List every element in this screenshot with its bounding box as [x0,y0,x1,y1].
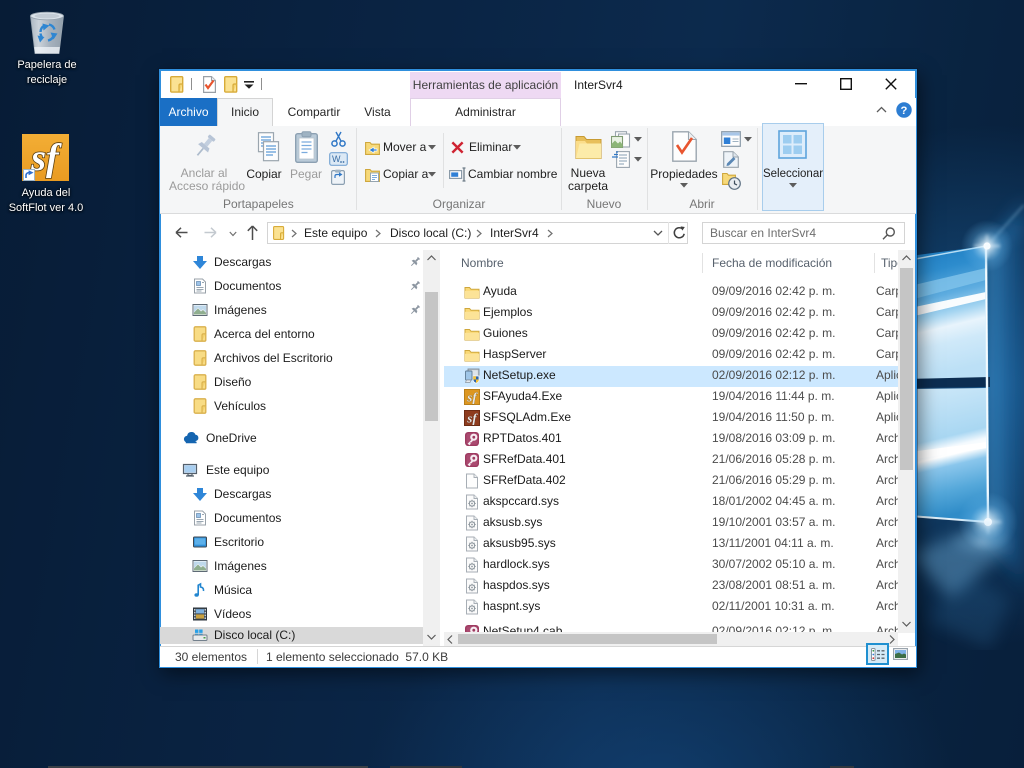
svg-text:?: ? [901,105,908,117]
svg-text:sf: sf [466,411,478,426]
svg-text:W: W [332,154,341,164]
svg-text:sf: sf [30,137,62,179]
svg-text:sf: sf [466,390,478,405]
